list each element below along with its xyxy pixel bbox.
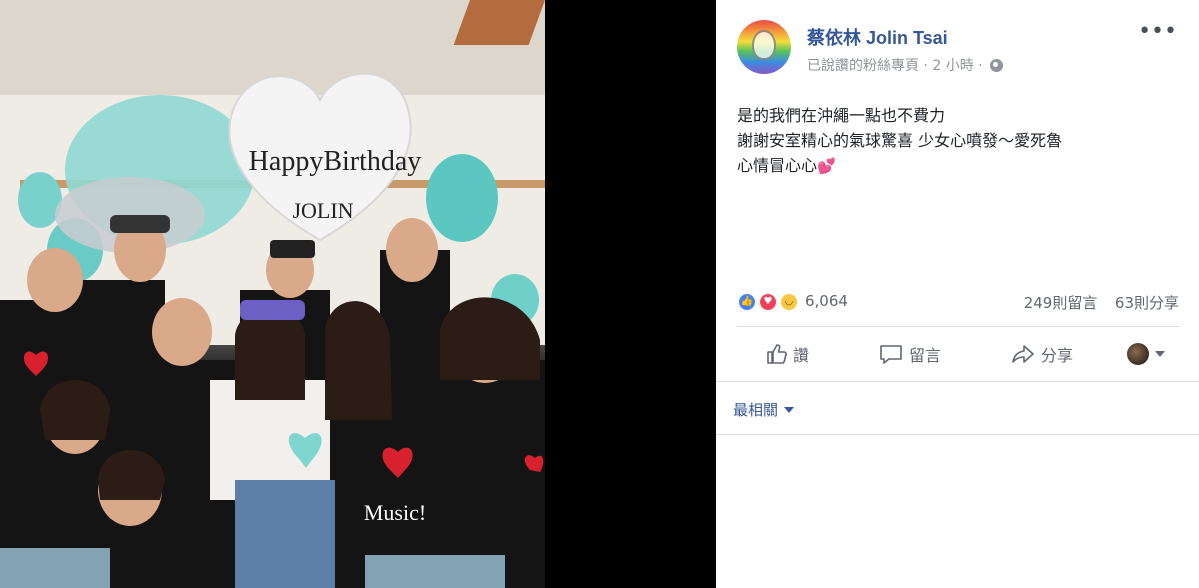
avatar-face-icon [752, 30, 776, 60]
balloon-text-line2: JOLIN [292, 198, 353, 223]
thumbs-up-icon [767, 344, 787, 364]
post-header: 蔡依林 Jolin Tsai 已說讚的粉絲專頁 · 2 小時 · ••• [737, 20, 1177, 76]
post-text-line-3-wrap: 心情冒心心💕 [737, 153, 1177, 179]
photo-viewer: HappyBirthday JOLIN Music! [0, 0, 716, 588]
post-side-panel: 蔡依林 Jolin Tsai 已說讚的粉絲專頁 · 2 小時 · ••• 是的我… [716, 0, 1199, 588]
comment-sort-dropdown[interactable]: 最相關 [733, 399, 795, 420]
post-meta: 已說讚的粉絲專頁 · 2 小時 · [807, 55, 1004, 75]
share-button[interactable]: 分享 [1011, 333, 1073, 375]
page-avatar[interactable] [737, 20, 791, 74]
chevron-down-icon [784, 406, 795, 413]
stats-divider [737, 326, 1179, 327]
post-meta-text[interactable]: 已說讚的粉絲專頁 · 2 小時 · [807, 58, 983, 74]
comment-button[interactable]: 留言 [879, 333, 941, 375]
share-count-link[interactable]: 63則分享 [1115, 294, 1179, 312]
like-label: 讚 [793, 346, 810, 365]
post-message: 是的我們在沖繩一點也不費力 謝謝安室精心的氣球驚喜 少女心噴發～愛死魯 心情冒心… [737, 103, 1177, 179]
two-hearts-emoji-icon: 💕 [817, 157, 836, 175]
like-button[interactable]: 讚 [765, 333, 809, 375]
post-text-line-1: 是的我們在沖繩一點也不費力 [737, 106, 946, 125]
love-icon[interactable]: ♥ [758, 292, 778, 312]
post-actions-bar: 讚 留言 分享 [737, 333, 1179, 375]
actions-divider [716, 381, 1199, 382]
haha-icon[interactable]: ◡ [779, 292, 799, 312]
comment-count-link[interactable]: 249則留言 [1024, 294, 1098, 312]
post-text-line-2: 謝謝安室精心的氣球驚喜 少女心噴發～愛死魯 [737, 131, 1063, 150]
chevron-down-icon [1155, 351, 1165, 357]
tshirt-text: Music! [364, 500, 426, 525]
post-text-line-3: 心情冒心心 [737, 156, 818, 175]
globe-icon[interactable] [990, 59, 1004, 72]
share-label: 分享 [1041, 346, 1074, 365]
comment-label: 留言 [909, 346, 942, 365]
post-as-selector[interactable] [1127, 333, 1165, 375]
reaction-count[interactable]: 6,064 [805, 292, 848, 310]
photo-illustration: HappyBirthday JOLIN Music! [0, 0, 545, 588]
like-icon[interactable]: 👍 [737, 292, 757, 312]
page-name-link[interactable]: 蔡依林 Jolin Tsai [807, 24, 948, 50]
balloon-text-line1: HappyBirthday [249, 146, 422, 177]
comment-bubble-icon [880, 345, 902, 364]
user-avatar [1127, 343, 1149, 365]
comment-share-counts: 249則留言 63則分享 [1024, 292, 1179, 313]
post-photo[interactable]: HappyBirthday JOLIN Music! [0, 0, 545, 588]
more-options-button[interactable]: ••• [1138, 21, 1177, 43]
reaction-stats: ♥ 👍 ◡ 6,064 249則留言 63則分享 [737, 289, 1179, 315]
share-arrow-icon [1012, 345, 1034, 363]
comments-divider [716, 434, 1199, 435]
comment-sort-label: 最相關 [733, 401, 779, 419]
